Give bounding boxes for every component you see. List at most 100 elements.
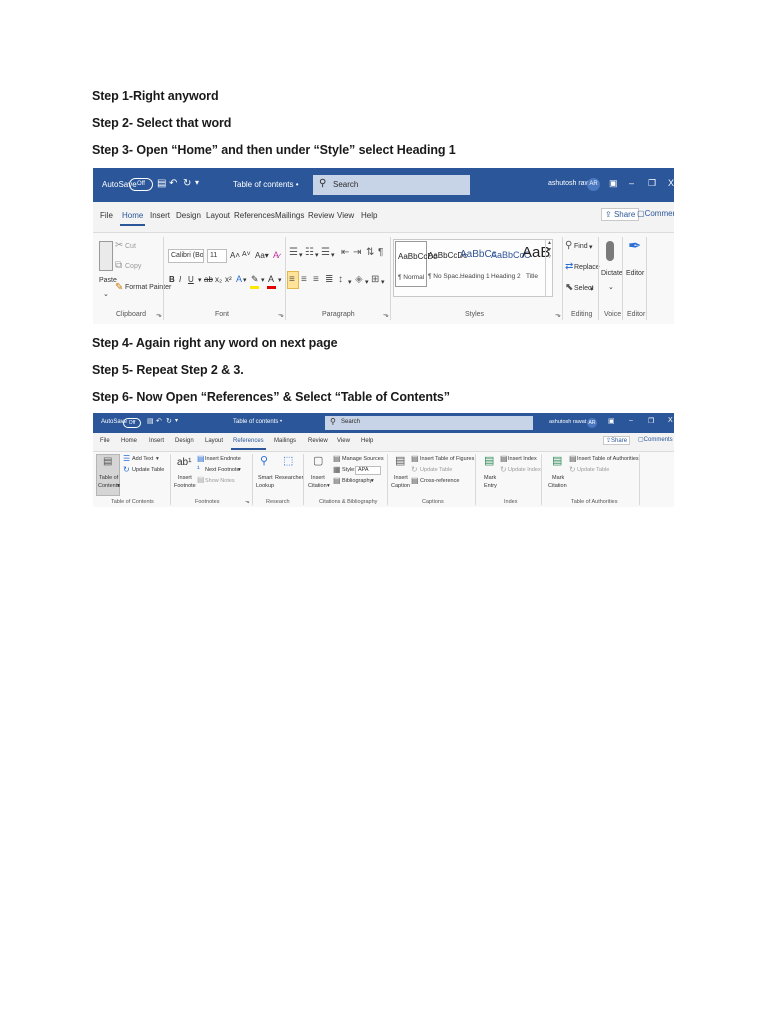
paragraph-launcher-icon[interactable]: ⬎ [383, 311, 389, 319]
style-heading-2[interactable]: AaBbCcC Heading 2 [489, 241, 531, 287]
ribbon-display-icon[interactable]: ▣ [608, 417, 615, 425]
style-no-spacing[interactable]: AaBbCcDc ¶ No Spac... [426, 241, 467, 287]
search-box[interactable]: ⚲ Search [313, 175, 470, 195]
font-launcher-icon[interactable]: ⬎ [278, 311, 284, 319]
tab-mailings[interactable]: Mailings [274, 438, 296, 444]
center-icon[interactable]: ≡ [301, 275, 307, 285]
numbering-icon[interactable]: ☷ [305, 248, 314, 258]
bullets-dropdown-icon[interactable]: ▾ [299, 251, 303, 259]
grow-font-icon[interactable]: A˄ [230, 251, 240, 260]
footnotes-launcher-icon[interactable]: ⬎ [245, 499, 250, 505]
superscript-icon[interactable]: x² [225, 275, 232, 284]
smart-lookup-line2[interactable]: Lookup [256, 483, 274, 489]
minimize-icon[interactable]: – [629, 178, 634, 188]
insert-footnote-line2[interactable]: Footnote [174, 483, 196, 489]
next-footnote-dropdown-icon[interactable]: ▾ [238, 467, 241, 473]
change-case-icon[interactable]: Aa▾ [255, 251, 269, 260]
align-right-icon[interactable]: ≡ [313, 275, 319, 285]
autosave-toggle[interactable]: Off [129, 178, 153, 191]
text-effects-icon[interactable]: A [236, 274, 242, 284]
update-table-label[interactable]: Update Table [577, 467, 609, 473]
paste-dropdown-icon[interactable]: ⌄ [103, 290, 109, 298]
undo-icon[interactable]: ↶ [169, 179, 177, 189]
insert-caption-line2[interactable]: Caption [391, 483, 410, 489]
shrink-font-icon[interactable]: A˅ [242, 251, 251, 258]
copy-label[interactable]: Copy [125, 263, 141, 270]
tab-layout[interactable]: Layout [206, 211, 230, 220]
tab-help[interactable]: Help [361, 211, 377, 220]
dictate-label[interactable]: Dictate [601, 270, 623, 277]
update-table-label[interactable]: Update Table [132, 467, 164, 473]
decrease-indent-icon[interactable]: ⇤ [341, 248, 349, 258]
numbering-dropdown-icon[interactable]: ▾ [315, 251, 319, 259]
highlight-icon[interactable]: ✎ [251, 274, 259, 285]
italic-icon[interactable]: I [179, 275, 181, 284]
tab-file[interactable]: File [100, 211, 113, 220]
tab-mailings[interactable]: Mailings [275, 211, 304, 220]
styles-scroll[interactable]: ▴ ▾ ▿ [545, 239, 553, 297]
update-table-label[interactable]: Update Table [420, 467, 452, 473]
bullets-icon[interactable]: ☰ [289, 248, 298, 258]
format-painter-label[interactable]: Format Painter [125, 284, 171, 291]
insert-endnote-label[interactable]: Insert Endnote [205, 456, 241, 462]
style-select[interactable]: APA [355, 466, 381, 475]
researcher-label[interactable]: Researcher [275, 475, 303, 481]
save-icon[interactable]: ▤ [157, 179, 166, 189]
editor-button-label[interactable]: Editor [626, 270, 644, 277]
underline-dropdown-icon[interactable]: ▾ [198, 276, 202, 284]
tab-insert[interactable]: Insert [150, 211, 170, 220]
font-name-box[interactable]: Calibri (Body) [168, 249, 204, 263]
redo-icon[interactable]: ↻ [183, 179, 191, 189]
update-index-label[interactable]: Update Index [508, 467, 541, 473]
tab-references[interactable]: References [234, 211, 275, 220]
add-text-dropdown-icon[interactable]: ▾ [156, 456, 159, 462]
restore-icon[interactable]: ❐ [648, 417, 654, 425]
mark-citation-line2[interactable]: Citation [548, 483, 567, 489]
multilevel-list-icon[interactable]: ☰ [321, 248, 330, 258]
tab-review[interactable]: Review [308, 211, 334, 220]
font-color-dropdown-icon[interactable]: ▾ [278, 276, 282, 284]
share-button[interactable]: ⇪Share [603, 436, 631, 445]
smart-lookup-line1[interactable]: Smart [258, 475, 273, 481]
font-color-icon[interactable]: A [268, 274, 274, 284]
restore-icon[interactable]: ❐ [648, 178, 656, 189]
insert-citation-dropdown-icon[interactable]: ▾ [327, 483, 330, 489]
tab-review[interactable]: Review [308, 438, 328, 444]
paste-icon[interactable] [99, 241, 113, 271]
avatar[interactable]: AR [587, 418, 597, 428]
tab-design[interactable]: Design [175, 438, 194, 444]
search-box[interactable]: ⚲ Search [325, 416, 533, 430]
tab-insert[interactable]: Insert [149, 438, 164, 444]
customize-qat-icon[interactable]: ▾ [175, 418, 178, 424]
clear-formatting-icon[interactable]: A̷ [273, 250, 279, 260]
insert-table-of-figures-label[interactable]: Insert Table of Figures [420, 456, 474, 462]
minimize-icon[interactable]: – [629, 417, 633, 424]
dictate-dropdown-icon[interactable]: ⌄ [608, 283, 614, 291]
mark-entry-line2[interactable]: Entry [484, 483, 497, 489]
line-spacing-dropdown-icon[interactable]: ▾ [348, 278, 352, 286]
tab-design[interactable]: Design [176, 211, 201, 220]
show-notes-label[interactable]: Show Notes [205, 478, 235, 484]
find-label[interactable]: Find [574, 243, 588, 250]
styles-launcher-icon[interactable]: ⬎ [555, 311, 561, 319]
shading-icon[interactable]: ◈ [355, 275, 363, 285]
insert-caption-line1[interactable]: Insert [394, 475, 408, 481]
multilevel-dropdown-icon[interactable]: ▾ [331, 251, 335, 259]
bibliography-label[interactable]: Bibliography [342, 478, 372, 484]
save-icon[interactable]: ▤ [147, 418, 154, 425]
style-heading-1[interactable]: AaBbCc Heading 1 [458, 241, 497, 287]
justify-icon[interactable]: ≣ [325, 275, 333, 285]
sort-icon[interactable]: ⇅ [366, 248, 374, 258]
text-effects-dropdown-icon[interactable]: ▾ [243, 276, 247, 284]
tab-view[interactable]: View [337, 438, 350, 444]
next-footnote-label[interactable]: Next Footnote [205, 467, 240, 473]
borders-icon[interactable]: ⊞ [371, 275, 379, 285]
highlight-dropdown-icon[interactable]: ▾ [261, 276, 265, 284]
redo-icon[interactable]: ↻ [166, 418, 172, 425]
style-normal[interactable]: AaBbCcDc ¶ Normal [395, 241, 437, 287]
font-size-box[interactable]: 11 [207, 249, 227, 263]
tab-view[interactable]: View [337, 211, 354, 220]
shading-dropdown-icon[interactable]: ▾ [365, 278, 369, 286]
insert-footnote-line1[interactable]: Insert [178, 475, 192, 481]
avatar[interactable]: AR [587, 178, 600, 191]
